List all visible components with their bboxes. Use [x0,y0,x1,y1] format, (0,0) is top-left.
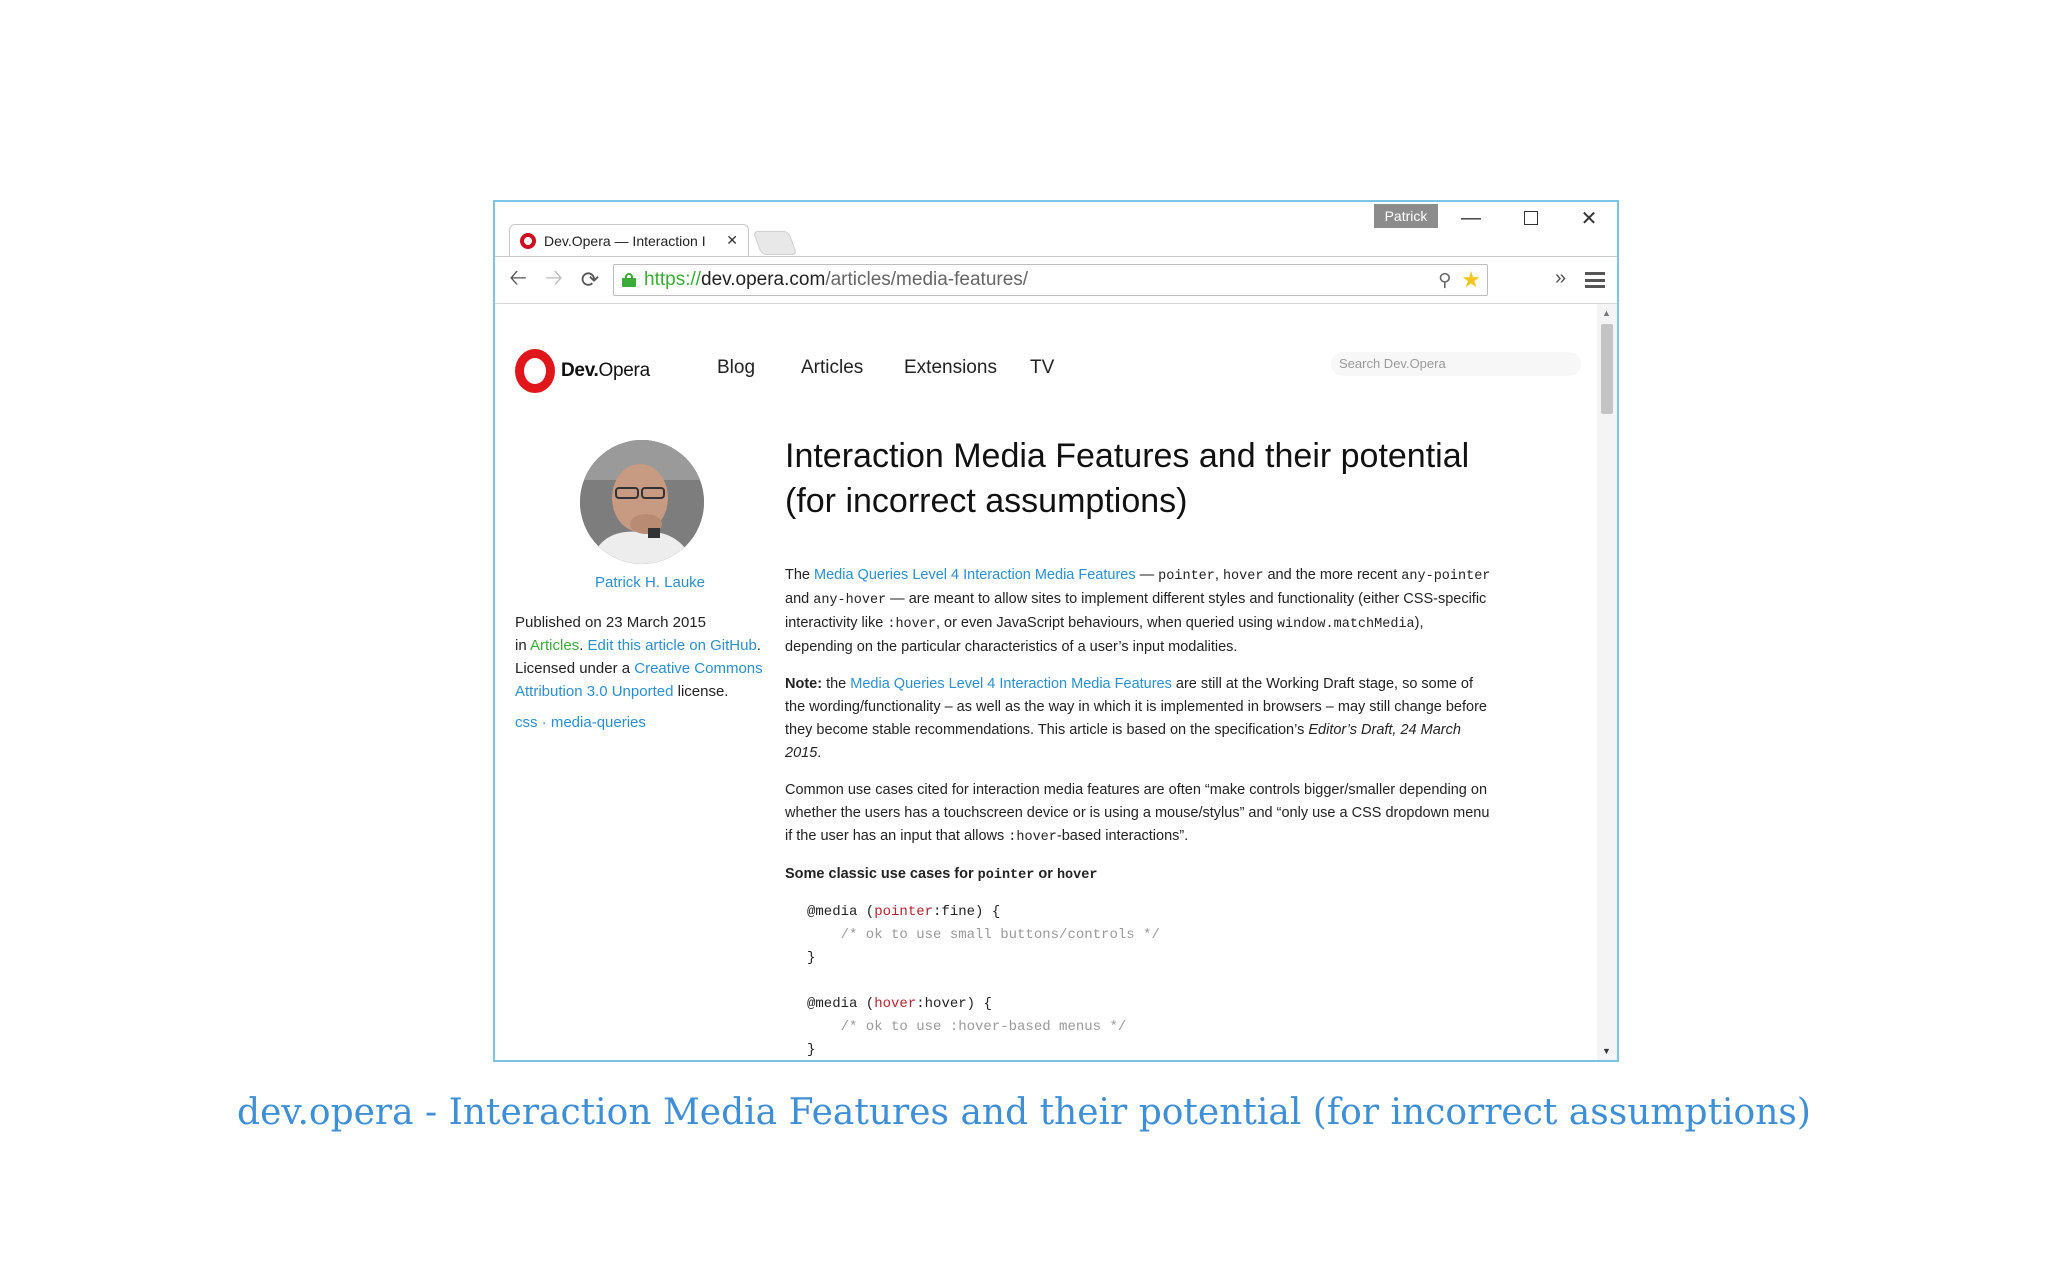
license-line: Licensed under a Creative Commons Attrib… [515,660,763,700]
published-date: Published on 23 March 2015 [515,614,706,631]
title-bar: Patrick — ✕ Dev.Opera — Interaction I ✕ [495,202,1617,256]
lock-icon [622,273,636,287]
nav-articles[interactable]: Articles [801,357,863,379]
slide-caption: dev.opera - Interaction Media Features a… [237,1092,1811,1133]
back-button[interactable]: 🡠 [503,265,533,295]
author-name[interactable]: Patrick H. Lauke [515,574,785,591]
tab-title: Dev.Opera — Interaction I [544,232,706,249]
edit-github-link[interactable]: Edit this article on GitHub [588,637,757,654]
tag-separator: · [537,714,551,731]
opera-logo-icon [515,349,555,393]
page-content: Dev.Opera Blog Articles Extensions TV Se… [495,304,1597,1060]
spec-link[interactable]: Media Queries Level 4 Interaction Media … [814,567,1136,583]
arrow-left-icon: 🡠 [509,265,527,290]
article-body: Interaction Media Features and their pot… [785,434,1495,1060]
toolbar: 🡠 🡢 ⟳ https://dev.opera.com/articles/med… [495,256,1617,304]
scroll-down-icon[interactable]: ▼ [1602,1046,1611,1056]
article-title: Interaction Media Features and their pot… [785,437,1470,520]
paragraph-use-cases: Common use cases cited for interaction m… [785,782,1490,845]
scroll-thumb[interactable] [1601,324,1613,414]
minimize-icon: — [1461,206,1481,229]
profile-button[interactable]: Patrick [1374,204,1438,228]
spec-link-note[interactable]: Media Queries Level 4 Interaction Media … [850,676,1172,692]
logo-text: Dev.Opera [561,360,650,381]
arrow-right-icon: 🡢 [545,265,563,290]
maximize-icon [1524,211,1538,225]
nav-extensions[interactable]: Extensions [904,357,997,379]
forward-button[interactable]: 🡢 [539,265,569,295]
code-block: @media (pointer:fine) { /* ok to use sma… [807,904,1160,1058]
author-avatar [580,440,704,564]
paragraph-note: Note: the Media Queries Level 4 Interact… [785,676,1487,761]
opera-favicon-icon [520,232,536,249]
tag-list: css · media-queries [515,714,646,731]
dev-opera-logo[interactable]: Dev.Opera [515,349,650,393]
reload-button[interactable]: ⟳ [575,265,605,295]
maximize-button[interactable] [1501,202,1561,234]
nav-tv[interactable]: TV [1030,357,1054,379]
bookmark-star-icon[interactable]: ★ [1461,269,1481,291]
tab-dev-opera[interactable]: Dev.Opera — Interaction I ✕ [509,224,749,256]
zoom-icon[interactable]: ⚲ [1438,270,1451,291]
reload-icon: ⟳ [580,267,600,292]
tag-media-queries[interactable]: media-queries [551,714,646,731]
address-bar[interactable]: https://dev.opera.com/articles/media-fea… [613,264,1488,296]
section-heading: Some classic use cases for pointer or ho… [785,866,1098,883]
extensions-overflow-icon[interactable]: » [1555,267,1566,290]
paragraph-intro: The Media Queries Level 4 Interaction Me… [785,567,1491,655]
scroll-up-icon[interactable]: ▲ [1602,308,1611,318]
vertical-scrollbar[interactable]: ▲ ▼ [1597,304,1617,1060]
close-button[interactable]: ✕ [1559,202,1619,234]
category-link[interactable]: Articles [530,637,579,654]
close-icon: ✕ [1580,207,1598,230]
url-text: https://dev.opera.com/articles/media-fea… [644,269,1029,290]
nav-blog[interactable]: Blog [717,357,755,379]
category-line: in Articles. Edit this article on GitHub… [515,637,761,654]
menu-icon[interactable] [1585,272,1605,288]
tag-css[interactable]: css [515,714,538,731]
browser-window: Patrick — ✕ Dev.Opera — Interaction I ✕ … [493,200,1619,1062]
new-tab-button[interactable] [752,231,798,255]
minimize-button[interactable]: — [1441,202,1501,234]
search-input[interactable]: Search Dev.Opera [1331,352,1581,376]
tab-close-icon[interactable]: ✕ [726,232,738,249]
article-meta: Published on 23 March 2015 in Articles. … [515,611,785,703]
author-photo-icon [580,440,704,564]
